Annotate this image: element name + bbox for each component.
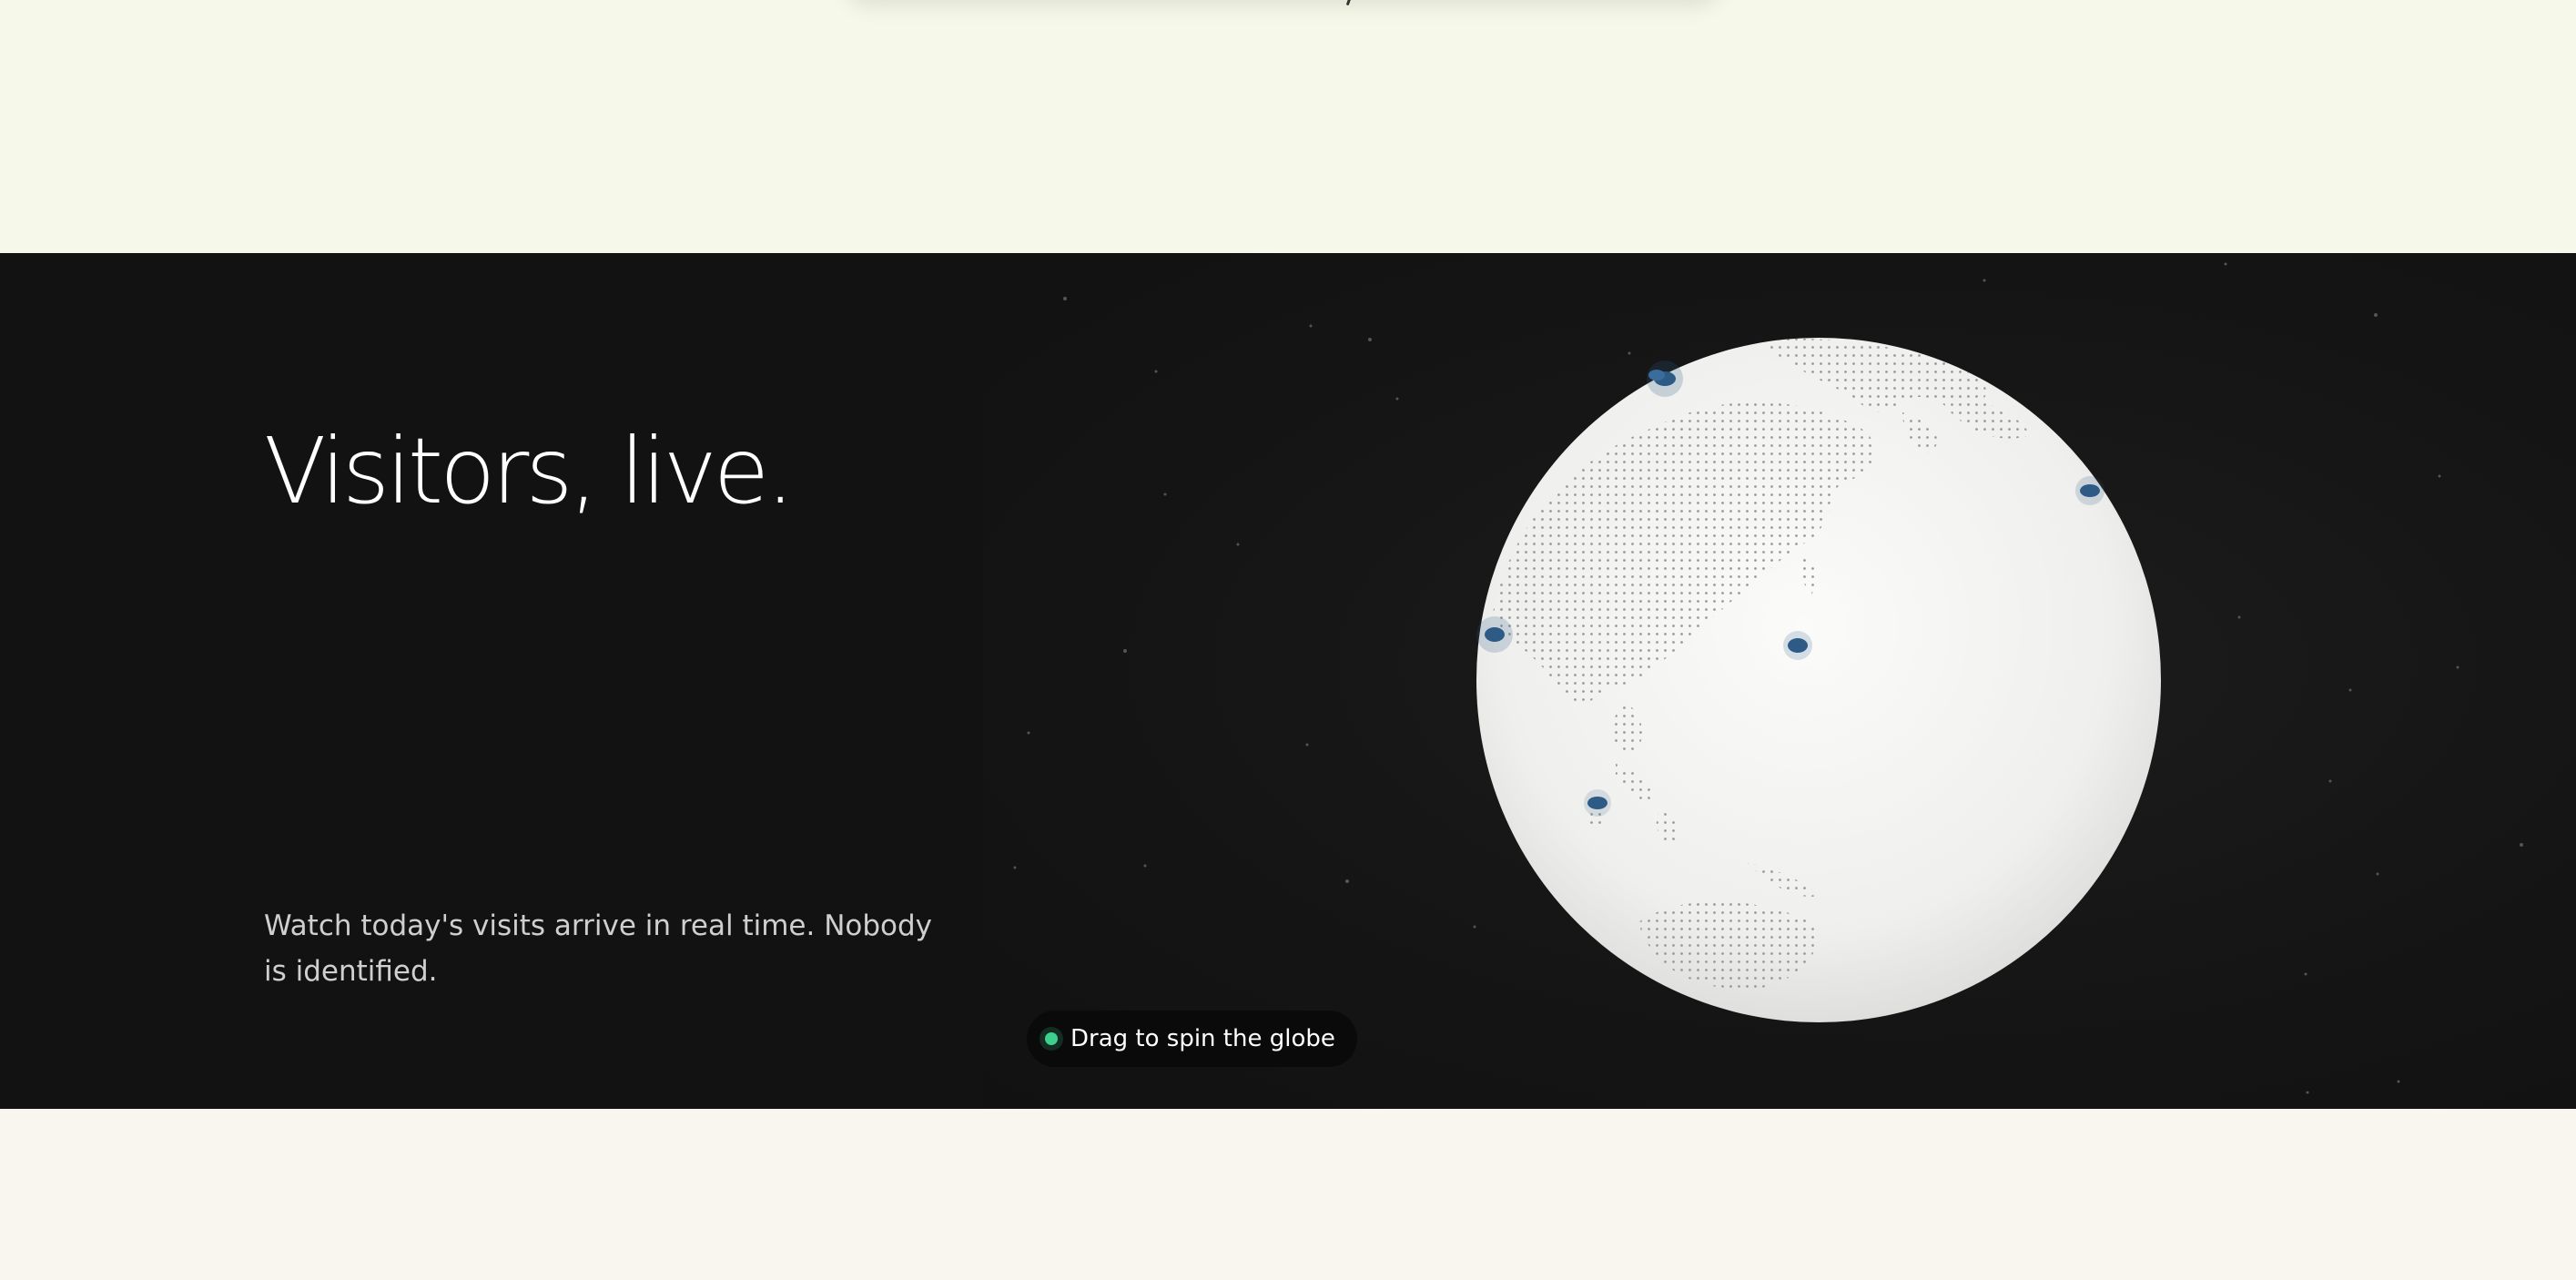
visitor-marker-east (2080, 484, 2100, 497)
visitors-live-section: Visitors, live. Watch today's visits arr… (0, 253, 2576, 1109)
visitor-marker-west (1485, 627, 1505, 642)
green-dot-icon (1045, 1032, 1058, 1045)
visitor-marker-south (1587, 797, 1607, 809)
visitor-marker-north-dot-2 (1648, 370, 1665, 381)
drag-hint-label: Drag to spin the globe (1070, 1025, 1335, 1052)
section-subtitle: Watch today's visits arrive in real time… (264, 909, 933, 988)
top-card-text-fragment (1345, 0, 1352, 6)
top-section (0, 0, 2576, 253)
drag-hint-pill: Drag to spin the globe (1027, 1011, 1357, 1067)
visitor-marker-center (1788, 638, 1808, 653)
visitor-globe[interactable] (1456, 253, 2203, 1109)
section-headline: Visitors, live. (264, 418, 795, 524)
next-section (0, 1109, 2576, 1280)
